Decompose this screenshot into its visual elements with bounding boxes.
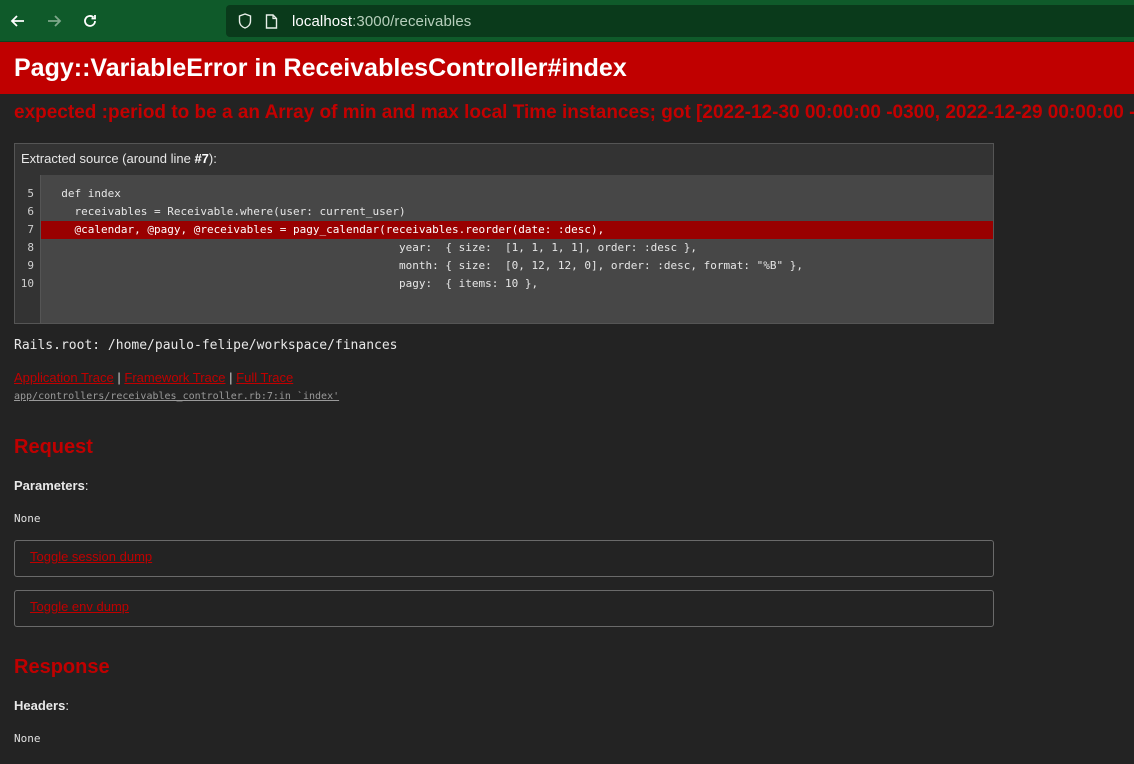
source-header-line: #7	[194, 151, 209, 166]
headers-label-text: Headers	[14, 698, 66, 713]
page-title: Pagy::VariableError in ReceivablesContro…	[14, 53, 627, 82]
extracted-source: Extracted source (around line #7): 5 6 7…	[14, 143, 994, 324]
toggle-session-dump-link[interactable]: Toggle session dump	[30, 549, 152, 564]
trace-separator: |	[117, 370, 121, 385]
code-area: def index receivables = Receivable.where…	[41, 175, 993, 323]
rails-root: Rails.root: /home/paulo-felipe/workspace…	[14, 338, 398, 353]
arrow-left-icon	[10, 14, 24, 27]
line-numbers: 5 6 7 8 9 10	[15, 175, 41, 323]
trace-separator: |	[229, 370, 233, 385]
headers-label: Headers:	[14, 698, 69, 713]
page-icon[interactable]	[260, 10, 282, 32]
code-line: receivables = Receivable.where(user: cur…	[48, 205, 406, 218]
application-trace-link[interactable]: Application Trace	[14, 370, 114, 385]
framework-trace-link[interactable]: Framework Trace	[124, 370, 225, 385]
line-number: 10	[20, 277, 34, 290]
line-number: 6	[27, 205, 34, 218]
source-header: Extracted source (around line #7):	[15, 144, 993, 175]
code-line: month: { size: [0, 12, 12, 0], order: :d…	[48, 259, 803, 272]
code-line: pagy: { items: 10 },	[48, 277, 539, 290]
line-number: 7	[27, 223, 34, 236]
url-text[interactable]: localhost:3000/receivables	[292, 13, 471, 30]
trace-links: Application Trace | Framework Trace | Fu…	[14, 370, 293, 385]
line-number: 9	[27, 259, 34, 272]
code-line: def index	[48, 187, 121, 200]
source-header-prefix: Extracted source (around line	[21, 151, 195, 166]
url-path: :3000/receivables	[352, 12, 472, 30]
trace-line-link[interactable]: app/controllers/receivables_controller.r…	[14, 391, 339, 402]
source-header-suffix: ):	[208, 151, 217, 166]
source-body: 5 6 7 8 9 10 def index receivables = Rec…	[15, 175, 993, 323]
address-bar[interactable]: localhost:3000/receivables	[226, 5, 1134, 37]
parameters-value: None	[14, 512, 41, 525]
headers-value: None	[14, 732, 41, 745]
line-number: 8	[27, 241, 34, 254]
error-header: Pagy::VariableError in ReceivablesContro…	[0, 42, 1134, 94]
error-message: expected :period to be a an Array of min…	[14, 102, 1134, 123]
browser-toolbar: localhost:3000/receivables	[0, 0, 1134, 42]
arrow-right-icon	[48, 14, 62, 27]
request-heading: Request	[14, 436, 93, 458]
back-button[interactable]	[0, 3, 36, 39]
code-line: year: { size: [1, 1, 1, 1], order: :desc…	[48, 241, 698, 254]
shield-icon[interactable]	[234, 10, 256, 32]
reload-icon	[84, 14, 96, 27]
full-trace-link[interactable]: Full Trace	[236, 370, 293, 385]
parameters-label: Parameters:	[14, 478, 89, 493]
line-number: 5	[27, 187, 34, 200]
env-dump-box: Toggle env dump	[14, 590, 994, 627]
url-host: localhost	[292, 12, 353, 30]
toggle-env-dump-link[interactable]: Toggle env dump	[30, 599, 129, 614]
session-dump-box: Toggle session dump	[14, 540, 994, 577]
response-heading: Response	[14, 656, 110, 678]
code-line-highlighted: @calendar, @pagy, @receivables = pagy_ca…	[41, 221, 993, 239]
parameters-label-text: Parameters	[14, 478, 85, 493]
reload-button[interactable]	[72, 3, 108, 39]
forward-button[interactable]	[36, 3, 72, 39]
